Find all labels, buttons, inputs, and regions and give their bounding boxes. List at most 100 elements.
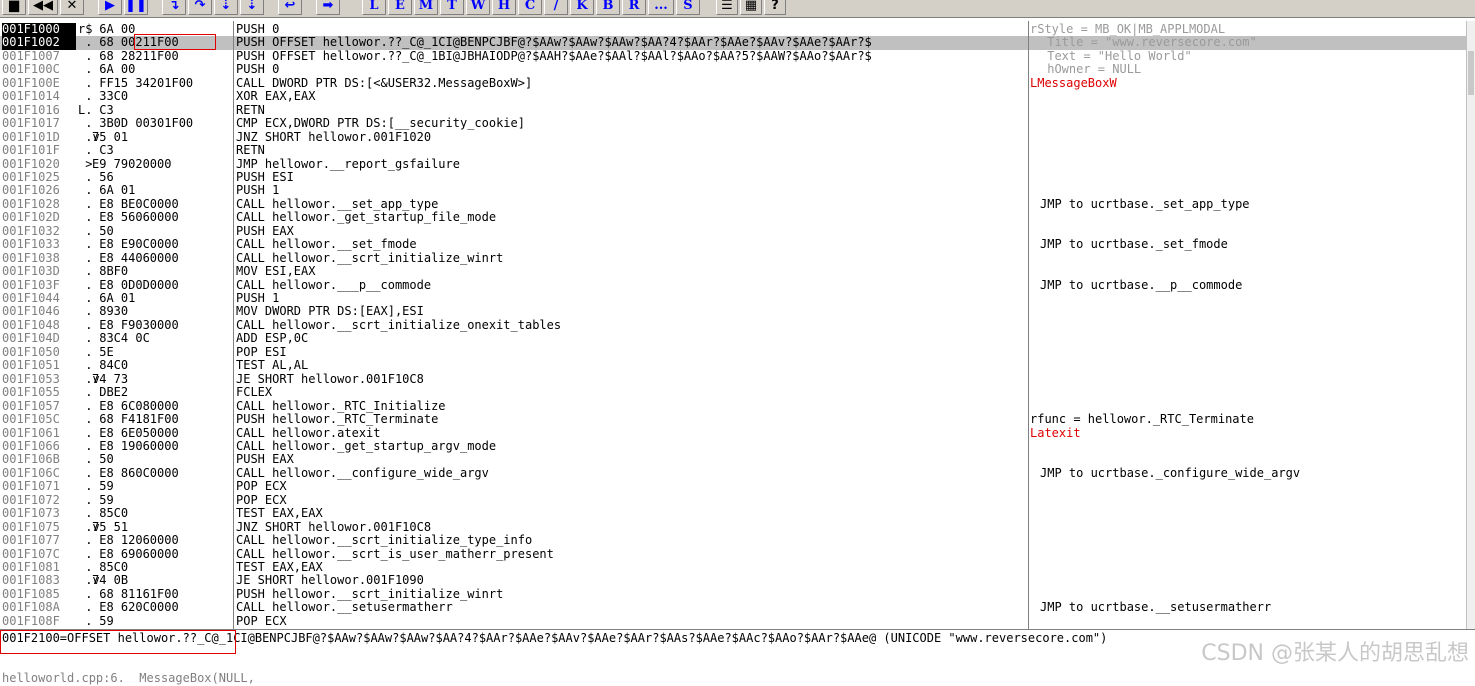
disasm-row[interactable]: 001F102D . E8 56060000 CALL hellowor._get… bbox=[0, 211, 1466, 225]
disasm-row[interactable]: 001F1066 . E8 19060000 CALL hellowor._get… bbox=[0, 439, 1466, 454]
disasm-row[interactable]: 001F103F . E8 0D0D0000 CALL hellowor.___p… bbox=[0, 278, 1466, 293]
disasm-row[interactable]: 001F103D . 8BF0 MOV ESI,EAX bbox=[0, 265, 1466, 279]
disasm-row[interactable]: 001F1075 .v 75 51 JNZ SHORT hellowor.001F1… bbox=[0, 520, 1466, 535]
disasm-row[interactable]: 001F1048 . E8 F9030000 CALL hellowor.__sc… bbox=[0, 318, 1466, 333]
execute-till-return-icon[interactable]: ↩ bbox=[278, 0, 302, 15]
disasm-row[interactable]: 001F108F . 59 POP ECX bbox=[0, 614, 1466, 629]
operand-highlight-box bbox=[134, 34, 216, 50]
disasm-row[interactable]: 001F1028 . E8 BE0C0000 CALL hellowor.__se… bbox=[0, 197, 1466, 212]
window-button-8[interactable]: K bbox=[570, 0, 594, 15]
disasm-row[interactable]: 001F1077 . E8 12060000 CALL hellowor.__sc… bbox=[0, 534, 1466, 548]
restart-icon[interactable]: ◀◀ bbox=[28, 0, 58, 15]
disasm-row[interactable]: 001F106B . 50 PUSH EAX bbox=[0, 453, 1466, 467]
disasm-row[interactable]: 001F104D . 83C4 0C ADD ESP,0C bbox=[0, 332, 1466, 346]
open-icon[interactable]: ▆ bbox=[2, 0, 26, 15]
disasm-row[interactable]: 001F100E . FF15 34201F00 CALL DWORD PTR D… bbox=[0, 76, 1466, 91]
disasm-row[interactable]: 001F107C . E8 69060000 CALL hellowor.__sc… bbox=[0, 547, 1466, 562]
step-into-icon[interactable]: ↴ bbox=[162, 0, 186, 15]
trace-over-icon[interactable]: ⇣ bbox=[240, 0, 264, 15]
disasm-row[interactable]: 001F1038 . E8 44060000 CALL hellowor.__sc… bbox=[0, 251, 1466, 266]
window-button-4[interactable]: W bbox=[466, 0, 490, 15]
row-disassembly: CALL hellowor._get_startup_argv_mode bbox=[236, 439, 497, 453]
window-button-0[interactable]: L bbox=[362, 0, 386, 15]
disasm-row[interactable]: 001F106C . E8 860C0000 CALL hellowor.__co… bbox=[0, 466, 1466, 481]
disasm-row[interactable]: 001F100C . 6A 00 PUSH 0 hOwner = NULL bbox=[0, 63, 1466, 77]
disasm-row[interactable]: 001F1050 . 5E POP ESI bbox=[0, 345, 1466, 360]
color-grid-icon[interactable]: ▦ bbox=[740, 0, 762, 15]
disasm-row[interactable]: 001F1053 .v 74 73 JE SHORT hellowor.001F10… bbox=[0, 372, 1466, 387]
row-marker: . bbox=[78, 183, 93, 198]
step-over-icon[interactable]: ↷ bbox=[188, 0, 212, 15]
pause-icon[interactable]: ❚❚ bbox=[124, 0, 148, 15]
disasm-row[interactable]: 001F1033 . E8 E90C0000 CALL hellowor.__se… bbox=[0, 238, 1466, 252]
disasm-row[interactable]: 001F1032 . 50 PUSH EAX bbox=[0, 224, 1466, 239]
window-button-5[interactable]: H bbox=[492, 0, 516, 15]
disasm-row[interactable]: 001F1007 . 68 28211F00 PUSH OFFSET hellow… bbox=[0, 49, 1466, 64]
row-disassembly: CALL hellowor.atexit bbox=[236, 426, 381, 440]
disasm-row[interactable]: 001F1057 . E8 6C080000 CALL hellowor._RTC… bbox=[0, 399, 1466, 414]
disasm-row[interactable]: 001F1002 . 68 00211F00 PUSH OFFSET hellow… bbox=[0, 36, 1466, 50]
list-icon[interactable]: ☰ bbox=[716, 0, 738, 15]
trace-into-icon[interactable]: ⇣ bbox=[214, 0, 238, 15]
disasm-row[interactable]: 001F1081 . 85C0 TEST EAX,EAX bbox=[0, 560, 1466, 575]
close-icon[interactable]: ✕ bbox=[60, 0, 84, 15]
row-disassembly: PUSH 0 bbox=[236, 23, 280, 36]
run-icon[interactable]: ▶ bbox=[98, 0, 122, 15]
source-line-text: helloworld.cpp:6. MessageBox(NULL, bbox=[2, 671, 255, 685]
disasm-row[interactable]: 001F1055 . DBE2 FCLEX bbox=[0, 386, 1466, 400]
window-button-3[interactable]: T bbox=[440, 0, 464, 15]
scrollbar-thumb[interactable] bbox=[1468, 51, 1474, 95]
disasm-row[interactable]: 001F1000 r$ 6A 00 PUSH 0 rStyle = MB_OK|MB_… bbox=[0, 22, 1466, 37]
row-disassembly: PUSH hellowor._RTC_Terminate bbox=[236, 413, 439, 427]
help-icon[interactable]: ? bbox=[764, 0, 786, 15]
disasm-row[interactable]: 001F1020 > E9 79020000 JMP hellowor.__repo… bbox=[0, 157, 1466, 172]
disasm-row[interactable]: 001F1083 .v 74 0B JE SHORT hellowor.001F10… bbox=[0, 574, 1466, 588]
vertical-scrollbar[interactable] bbox=[1466, 21, 1475, 629]
row-disassembly: CALL hellowor.___p__commode bbox=[236, 278, 432, 292]
disasm-row[interactable]: 001F108A . E8 620C0000 CALL hellowor.__se… bbox=[0, 601, 1466, 615]
row-disassembly: CALL hellowor.__scrt_is_user_matherr_pre… bbox=[236, 547, 554, 561]
row-comment: hOwner = NULL bbox=[1040, 63, 1142, 77]
disassembly-pane[interactable]: 001F1000 r$ 6A 00 PUSH 0 rStyle = MB_OK|MB_… bbox=[0, 21, 1466, 629]
row-hex-dump: 6A 00 bbox=[92, 62, 136, 77]
row-disassembly: POP ECX bbox=[236, 614, 287, 628]
row-marker: . bbox=[78, 533, 93, 548]
disasm-row[interactable]: 001F1085 . 68 81161F00 PUSH hellowor.__sc… bbox=[0, 587, 1466, 602]
column-divider-hex bbox=[233, 21, 234, 629]
disasm-row[interactable]: 001F1044 . 6A 01 PUSH 1 bbox=[0, 291, 1466, 306]
disasm-row[interactable]: 001F1014 . 33C0 XOR EAX,EAX bbox=[0, 90, 1466, 104]
disasm-row[interactable]: 001F1046 . 8930 MOV DWORD PTR DS:[EAX],ES… bbox=[0, 305, 1466, 319]
row-disassembly: PUSH 1 bbox=[236, 184, 280, 198]
disasm-row[interactable]: 001F1072 . 59 POP ECX bbox=[0, 493, 1466, 508]
disasm-row[interactable]: 001F101F . C3 RETN bbox=[0, 144, 1466, 158]
disasm-row[interactable]: 001F1016 L. C3 RETN bbox=[0, 103, 1466, 118]
window-button-2[interactable]: M bbox=[414, 0, 438, 15]
disasm-row[interactable]: 001F1073 . 85C0 TEST EAX,EAX bbox=[0, 507, 1466, 521]
window-button-9[interactable]: B bbox=[596, 0, 620, 15]
disasm-row[interactable]: 001F105C . 68 F4181F00 PUSH hellowor._RTC… bbox=[0, 413, 1466, 427]
goto-icon[interactable]: ➡ bbox=[316, 0, 340, 15]
window-button-6[interactable]: C bbox=[518, 0, 542, 15]
row-marker: . bbox=[78, 62, 93, 77]
window-button-10[interactable]: R bbox=[622, 0, 646, 15]
window-button-7[interactable]: / bbox=[544, 0, 568, 15]
window-button-12[interactable]: S bbox=[676, 0, 700, 15]
row-comment: JMP to ucrtbase.__p__commode bbox=[1040, 278, 1243, 292]
row-disassembly: MOV ESI,EAX bbox=[236, 265, 316, 279]
row-marker: . bbox=[78, 479, 93, 494]
disasm-row[interactable]: 001F1071 . 59 POP ECX bbox=[0, 480, 1466, 494]
row-disassembly: JE SHORT hellowor.001F1090 bbox=[236, 574, 424, 588]
disasm-row[interactable]: 001F1051 . 84C0 TEST AL,AL bbox=[0, 359, 1466, 373]
disasm-row[interactable]: 001F1025 . 56 PUSH ESI bbox=[0, 170, 1466, 185]
row-disassembly: POP ECX bbox=[236, 480, 287, 494]
window-button-1[interactable]: E bbox=[388, 0, 412, 15]
row-marker: . bbox=[78, 506, 93, 521]
row-address: 001F1055 bbox=[2, 385, 60, 400]
disasm-row[interactable]: 001F1026 . 6A 01 PUSH 1 bbox=[0, 184, 1466, 198]
row-disassembly: JNZ SHORT hellowor.001F10C8 bbox=[236, 520, 432, 534]
window-button-11[interactable]: ... bbox=[648, 0, 674, 15]
disasm-row[interactable]: 001F1061 . E8 6E050000 CALL hellowor.atex… bbox=[0, 426, 1466, 441]
disasm-row[interactable]: 001F101D .v 75 01 JNZ SHORT hellowor.001F1… bbox=[0, 130, 1466, 145]
toolbar: ▆ ◀◀ ✕ ▶ ❚❚ ↴ ↷ ⇣ ⇣ ↩ ➡ L E M T W H C / K B R... S ☰ ▦? bbox=[0, 0, 1475, 18]
disasm-row[interactable]: 001F1017 . 3B0D 00301F00 CMP ECX,DWORD PT… bbox=[0, 117, 1466, 131]
